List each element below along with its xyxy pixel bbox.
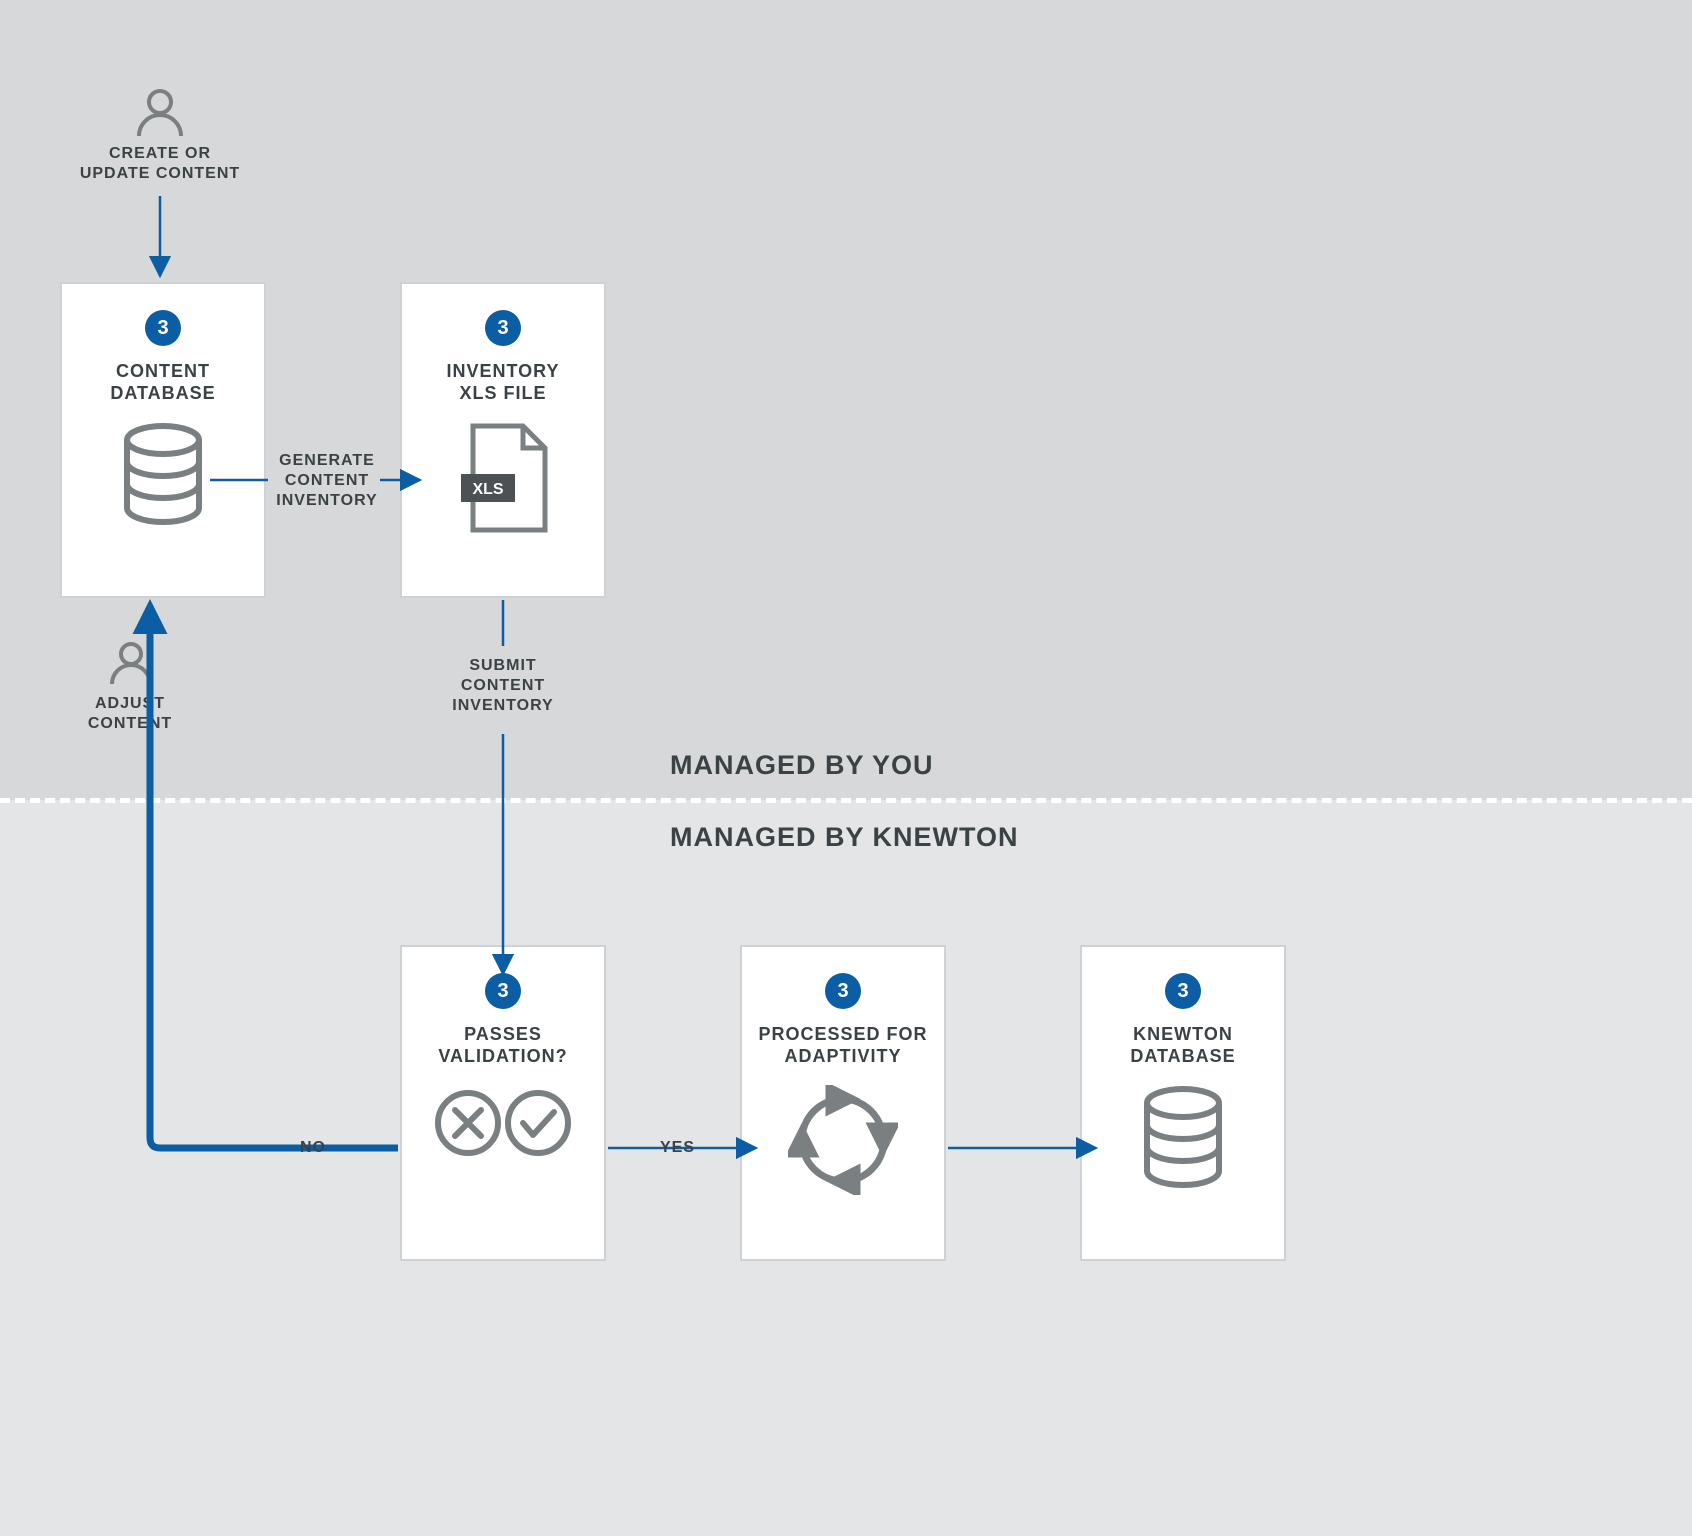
no-label: NO — [300, 1138, 326, 1158]
generate-inventory-label: GENERATE CONTENT INVENTORY — [272, 451, 382, 511]
submit-inventory-label: SUBMIT CONTENT INVENTORY — [448, 656, 558, 716]
yes-label: YES — [660, 1138, 695, 1158]
connectors — [0, 0, 1692, 1536]
